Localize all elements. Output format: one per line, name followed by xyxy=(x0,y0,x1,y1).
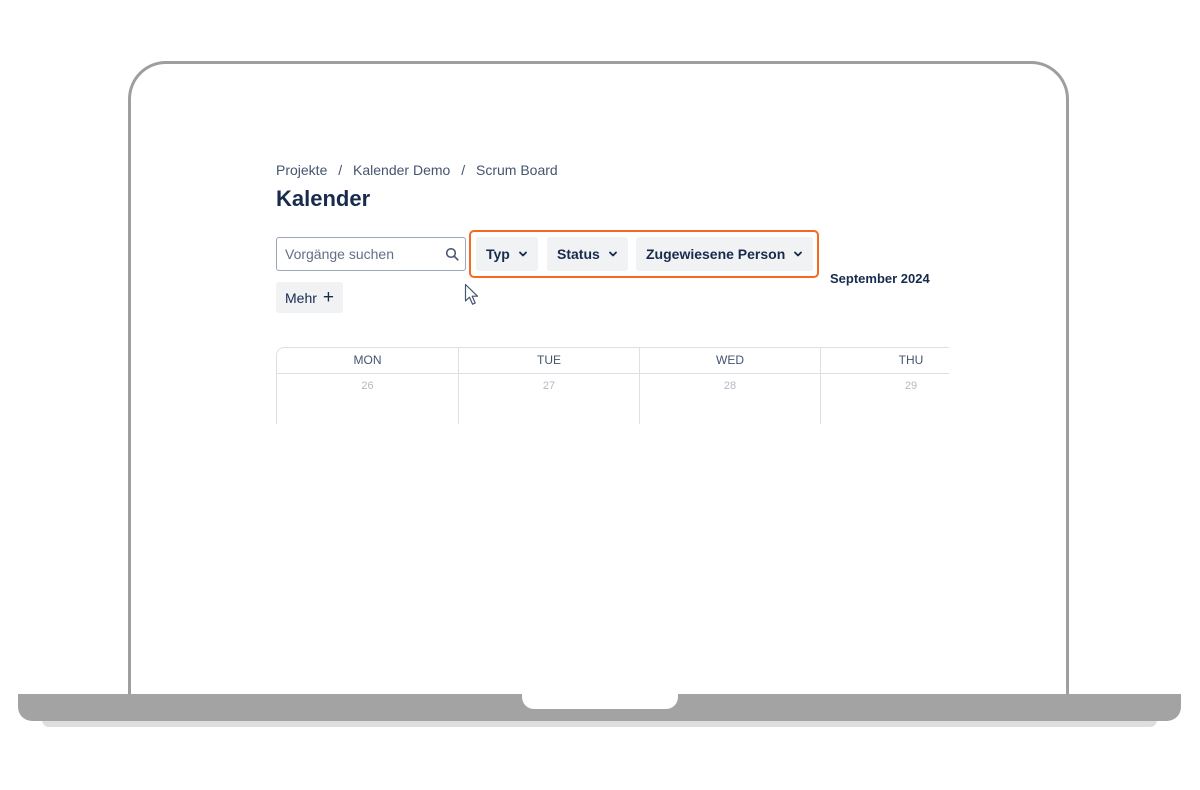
search-icon[interactable] xyxy=(445,247,459,261)
laptop-base-shadow xyxy=(42,720,1157,727)
day-header-tue: TUE xyxy=(459,348,639,374)
more-filters-button[interactable]: Mehr + xyxy=(276,282,344,313)
more-filters-label: Mehr xyxy=(285,289,317,306)
page-title: Kalender xyxy=(276,186,371,211)
calendar-day-column[interactable]: THU 29 xyxy=(820,348,949,424)
day-number: 28 xyxy=(723,380,737,392)
filter-highlight-box xyxy=(469,230,819,278)
search-input[interactable] xyxy=(285,246,435,262)
breadcrumb-item-kalender-demo[interactable]: Kalender Demo xyxy=(353,162,450,178)
stage: Projekte / Kalender Demo / Scrum Board K… xyxy=(0,0,1200,790)
search-box[interactable] xyxy=(276,237,466,271)
calendar-day-column[interactable]: WED 28 xyxy=(639,348,820,424)
mouse-pointer-icon xyxy=(464,283,479,305)
day-header-mon: MON xyxy=(277,348,458,374)
day-number: 29 xyxy=(904,380,918,392)
day-header-wed: WED xyxy=(640,348,820,374)
calendar-day-column[interactable]: TUE 27 xyxy=(458,348,639,424)
day-number: 27 xyxy=(542,380,556,392)
breadcrumb-item-scrum-board[interactable]: Scrum Board xyxy=(476,162,558,178)
breadcrumb-separator: / xyxy=(338,162,343,178)
plus-icon: + xyxy=(322,287,335,308)
day-number: 26 xyxy=(361,380,374,392)
breadcrumb-separator: / xyxy=(461,162,466,178)
laptop-notch xyxy=(522,694,678,709)
breadcrumb: Projekte / Kalender Demo / Scrum Board xyxy=(276,162,558,178)
month-label: September 2024 xyxy=(830,271,930,286)
calendar-day-column[interactable]: MON 26 xyxy=(277,348,458,424)
breadcrumb-item-projekte[interactable]: Projekte xyxy=(276,162,327,178)
day-header-thu: THU xyxy=(821,348,949,374)
calendar-grid: MON 26 TUE 27 WED 28 THU 29 xyxy=(276,347,949,424)
